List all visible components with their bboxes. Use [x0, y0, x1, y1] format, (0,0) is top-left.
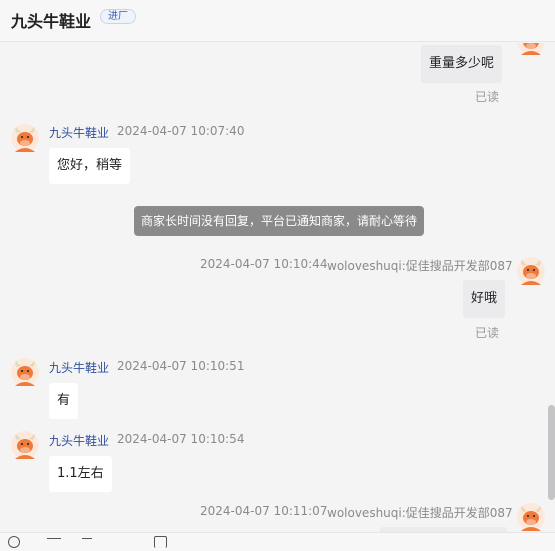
message-bubble[interactable]: 有	[49, 383, 79, 419]
bull-avatar-icon	[517, 43, 545, 55]
shop-name[interactable]: 九头牛鞋业	[11, 8, 91, 32]
message-bubble[interactable]: 1.1左右	[49, 456, 112, 492]
message-time: 2024-04-07 10:10:44	[200, 257, 328, 271]
message-time: 2024-04-07 10:10:54	[117, 432, 245, 446]
avatar	[517, 43, 545, 55]
avatar	[11, 358, 39, 386]
sender-name[interactable]: 九头牛鞋业	[49, 432, 109, 449]
sender-name[interactable]: 九头牛鞋业	[49, 359, 109, 376]
message-bubble[interactable]: 好哦	[463, 280, 506, 318]
message-bubble[interactable]: 重量多少呢	[421, 45, 503, 83]
image-icon[interactable]	[47, 538, 61, 548]
message-time: 2024-04-07 10:07:40	[117, 124, 245, 138]
chat-scroll-area[interactable]: 重量多少呢 已读 九头牛鞋业 2024-04-07 10:07:40 您好，稍等…	[0, 43, 548, 533]
system-notice: 商家长时间没有回复，平台已通知商家，请耐心等待	[134, 206, 425, 236]
bull-avatar-icon	[11, 431, 39, 459]
avatar	[517, 257, 545, 285]
emoji-icon[interactable]	[8, 536, 20, 548]
read-status: 已读	[475, 90, 500, 104]
bull-avatar-icon	[11, 358, 39, 386]
sender-name: woloveshuqi:促佳搜品开发部087	[327, 259, 513, 273]
sender-name[interactable]: 九头牛鞋业	[49, 124, 109, 141]
sender-name: woloveshuqi:促佳搜品开发部087	[327, 506, 513, 520]
message-bubble[interactable]: 您好，稍等	[49, 148, 131, 184]
message-time: 2024-04-07 10:10:51	[117, 359, 245, 373]
input-toolbar	[0, 532, 555, 551]
file-icon[interactable]	[82, 538, 92, 548]
chat-scrollbar[interactable]	[548, 405, 555, 500]
shop-badge[interactable]: 进厂	[100, 9, 136, 24]
bull-avatar-icon	[11, 124, 39, 152]
read-status: 已读	[475, 326, 500, 340]
bull-avatar-icon	[517, 257, 545, 285]
avatar	[11, 124, 39, 152]
bull-avatar-icon	[517, 503, 545, 531]
avatar	[11, 431, 39, 459]
avatar	[517, 503, 545, 531]
chat-header: 九头牛鞋业 进厂	[0, 0, 555, 42]
message-time: 2024-04-07 10:11:07	[200, 504, 328, 518]
order-icon[interactable]	[154, 536, 167, 548]
